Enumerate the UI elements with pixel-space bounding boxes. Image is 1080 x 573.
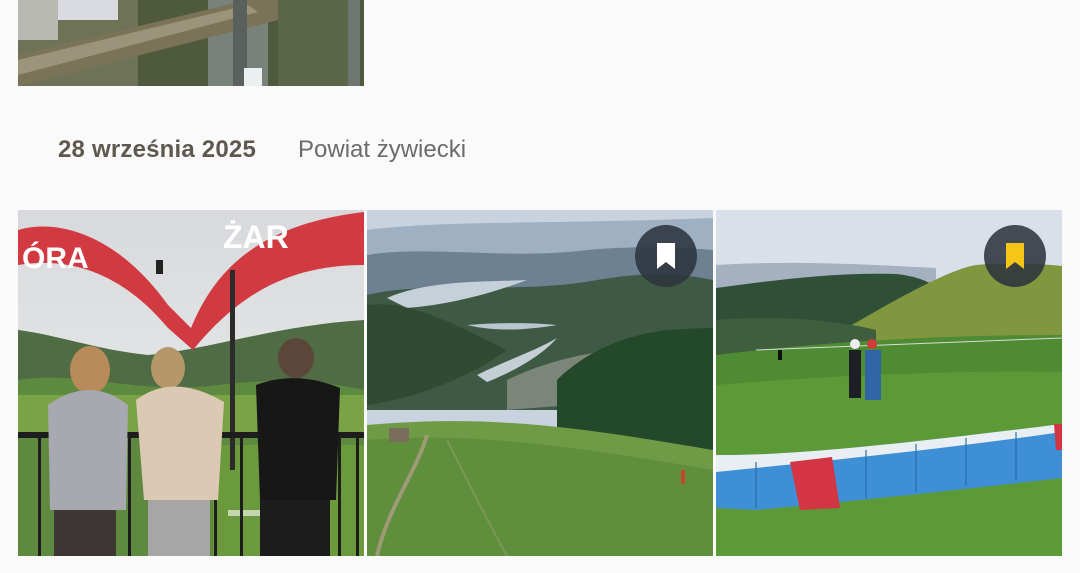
bookmark-button[interactable] [984,225,1046,287]
photo-image [18,0,364,86]
section-date: 28 września 2025 [58,136,257,163]
heart-sign-left-text: ÓRA [22,241,89,275]
bookmark-button[interactable] [635,225,697,287]
section-location: Powiat żywiecki [298,136,467,163]
date-section-header: 28 września 2025 Powiat żywiecki [58,132,466,168]
heart-sign-right-text: ŻAR [223,219,289,255]
photo-thumbnail-previous[interactable] [18,0,364,86]
bookmark-icon [657,243,675,269]
bookmark-icon [1006,243,1024,269]
photo-thumbnail-heart-sign[interactable]: ÓRA ŻAR [18,210,364,556]
photo-image: ÓRA ŻAR [18,210,364,556]
